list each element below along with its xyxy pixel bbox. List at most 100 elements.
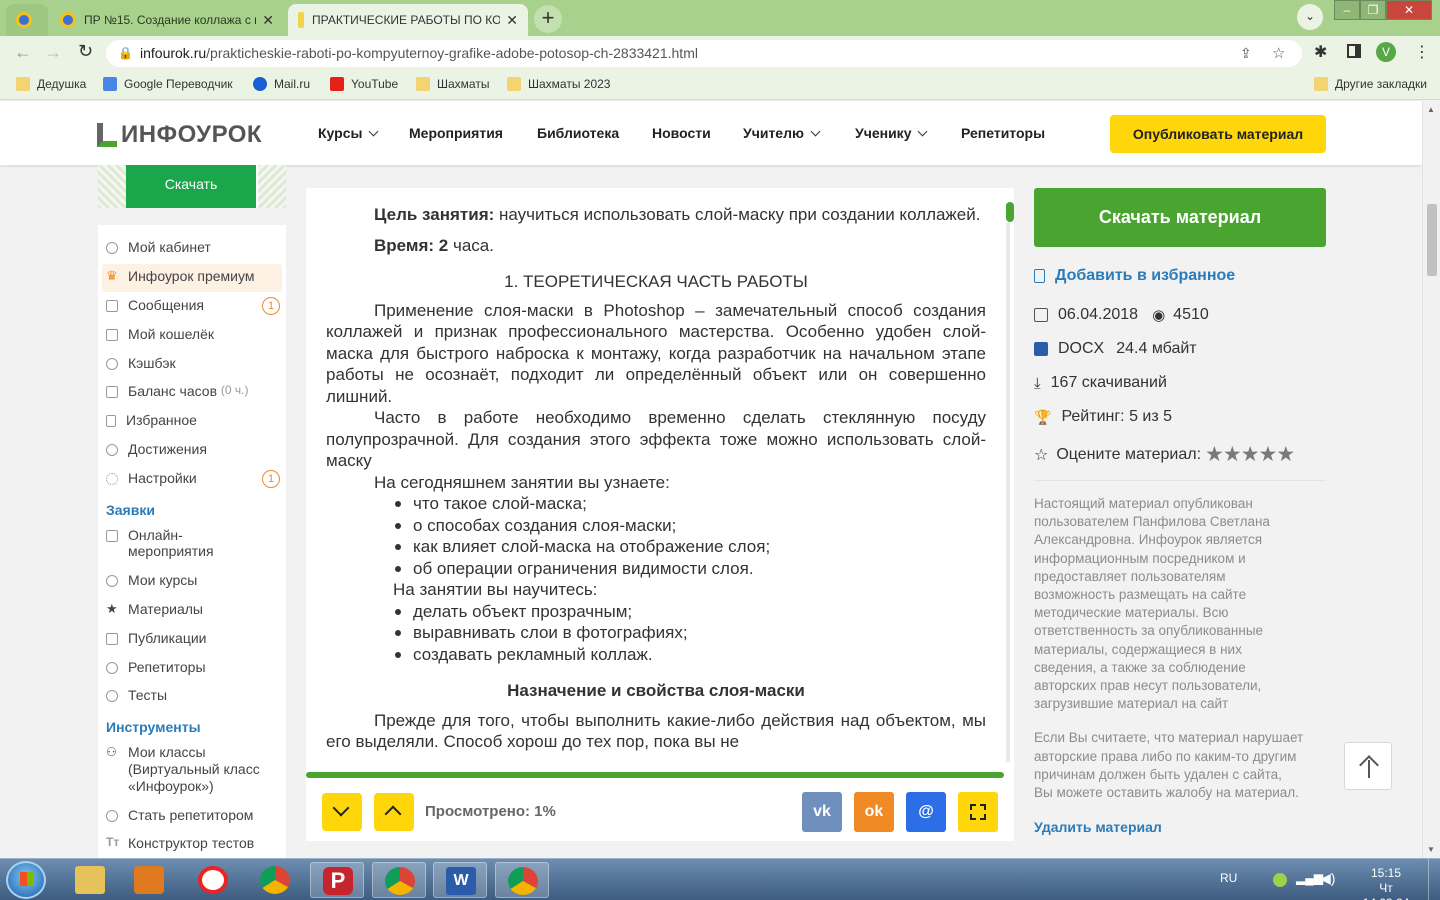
- minimize-button[interactable]: –: [1334, 0, 1360, 20]
- back-icon[interactable]: ←: [14, 42, 32, 63]
- bookmark-item[interactable]: Mail.ru: [253, 77, 310, 91]
- sidebar-item-cabinet[interactable]: Мой кабинет: [106, 239, 211, 255]
- share-mail-button[interactable]: @: [906, 792, 946, 832]
- tab-pinned[interactable]: [6, 4, 48, 36]
- address-bar: ← → ↻ 🔒 infourok.ru/prakticheskie-raboti…: [0, 36, 1440, 70]
- menu-icon[interactable]: ⋮: [1414, 42, 1430, 62]
- taskbar-word[interactable]: W: [433, 862, 487, 898]
- other-bookmarks[interactable]: Другие закладки: [1314, 77, 1427, 91]
- promo-banner[interactable]: Скачать: [98, 165, 286, 208]
- share-vk-button[interactable]: vk: [802, 792, 842, 832]
- taskbar-app-p[interactable]: P: [310, 862, 364, 898]
- url-field[interactable]: 🔒 infourok.ru/prakticheskie-raboti-po-ko…: [106, 40, 1302, 67]
- taskbar-chrome-profile[interactable]: [372, 862, 426, 898]
- add-to-favorites[interactable]: Добавить в избранное: [1034, 267, 1235, 285]
- sidebar-item-settings[interactable]: Настройки: [106, 470, 197, 486]
- scroll-down-arrow-icon[interactable]: ▼: [1427, 845, 1435, 854]
- doc-scroll-thumb[interactable]: [1006, 202, 1014, 222]
- bookmark-item[interactable]: Шахматы: [416, 77, 489, 91]
- nav-tutors[interactable]: Репетиторы: [961, 125, 1045, 141]
- network-icon[interactable]: ▂▄▆: [1296, 871, 1323, 885]
- sidebar-item-my-courses[interactable]: Мои курсы: [106, 572, 197, 588]
- nav-courses[interactable]: Курсы: [318, 125, 379, 141]
- side-panel-icon[interactable]: [1347, 44, 1361, 58]
- scroll-up-button[interactable]: [374, 793, 414, 831]
- reading-progress-bar: [306, 772, 1004, 778]
- sidebar-item-publications[interactable]: Публикации: [106, 630, 206, 646]
- taskbar-chrome[interactable]: [248, 862, 302, 898]
- taskbar-yandex[interactable]: [186, 862, 240, 898]
- sidebar-item-my-classes[interactable]: ⚇ Мои классы (Виртуальный класс «Инфоурок…: [106, 744, 276, 795]
- download-material-button[interactable]: Скачать материал: [1034, 188, 1326, 247]
- viewer-toolbar: Просмотрено: 1% vk ok @: [306, 779, 1014, 841]
- sidebar-item-materials[interactable]: ★ Материалы: [106, 601, 203, 617]
- share-ok-button[interactable]: ok: [854, 792, 894, 832]
- star-icon[interactable]: ★: [1205, 443, 1224, 466]
- extensions-icon[interactable]: ✱: [1314, 42, 1327, 62]
- star-icon[interactable]: ★: [1223, 443, 1242, 466]
- sidebar-item-cashback[interactable]: Кэшбэк: [106, 355, 176, 371]
- publish-material-button[interactable]: Опубликовать материал: [1110, 115, 1326, 153]
- sidebar-item-messages[interactable]: Сообщения: [106, 297, 204, 313]
- sidebar-item-become-tutor[interactable]: Стать репетитором: [106, 807, 253, 823]
- page-scrollbar[interactable]: ▲ ▼: [1422, 101, 1440, 858]
- tab-search-button[interactable]: ⌄: [1297, 4, 1323, 30]
- sidebar-item-online-events[interactable]: Онлайн-мероприятия: [106, 527, 236, 559]
- sidebar-item-wallet[interactable]: Мой кошелёк: [106, 326, 214, 342]
- restore-button[interactable]: ❐: [1360, 0, 1386, 20]
- bookmark-item[interactable]: Шахматы 2023: [507, 77, 610, 91]
- taskbar-explorer[interactable]: [63, 862, 117, 898]
- forward-icon[interactable]: →: [44, 42, 62, 63]
- taskbar-media-player[interactable]: [122, 862, 176, 898]
- sidebar-item-achievements[interactable]: Достижения: [106, 441, 207, 457]
- bookmark-star-icon[interactable]: ☆: [1272, 40, 1285, 67]
- sidebar-item-test-builder[interactable]: Tт Конструктор тестов: [106, 835, 254, 851]
- volume-icon[interactable]: ◀): [1320, 870, 1335, 887]
- star-icon[interactable]: ★: [1241, 443, 1260, 466]
- nav-library[interactable]: Библиотека: [537, 125, 619, 141]
- sidebar-item-tests[interactable]: Тесты: [106, 687, 167, 703]
- sidebar-item-tutors[interactable]: Репетиторы: [106, 659, 206, 675]
- bookmark-item[interactable]: Дедушка: [16, 77, 86, 91]
- close-tab-icon[interactable]: ✕: [262, 12, 274, 29]
- clock[interactable]: 15:15 Чт 14.03.24: [1356, 866, 1416, 900]
- star-icon[interactable]: ★: [1276, 443, 1295, 466]
- doc-scroll-track[interactable]: [1006, 222, 1010, 762]
- nav-teacher[interactable]: Учителю: [743, 125, 821, 141]
- bookmark-item[interactable]: YouTube: [330, 77, 398, 91]
- rating-stars[interactable]: ★★★★★: [1205, 442, 1295, 467]
- lock-icon[interactable]: 🔒: [118, 40, 133, 67]
- scroll-up-arrow-icon[interactable]: ▲: [1427, 105, 1435, 114]
- sidebar-item-hours[interactable]: Баланс часов (0 ч.): [106, 383, 249, 399]
- show-desktop-button[interactable]: [1428, 859, 1440, 900]
- scroll-down-button[interactable]: [322, 793, 362, 831]
- input-language[interactable]: RU: [1220, 871, 1237, 885]
- delete-material-link[interactable]: Удалить материал: [1034, 818, 1304, 836]
- tab-active[interactable]: ПРАКТИЧЕСКИЕ РАБОТЫ ПО КО ✕: [288, 4, 528, 36]
- sidebar-item-premium[interactable]: ♛ Инфоурок премиум: [106, 268, 254, 284]
- nav-events[interactable]: Мероприятия: [409, 125, 503, 141]
- start-button[interactable]: [6, 861, 46, 899]
- nav-student[interactable]: Ученику: [855, 125, 928, 141]
- banner-download-button[interactable]: Скачать: [126, 165, 256, 208]
- folder-icon: [416, 77, 430, 91]
- tray-app-icon[interactable]: [1273, 873, 1287, 887]
- close-window-button[interactable]: ✕: [1386, 0, 1432, 20]
- star-icon[interactable]: ★: [1259, 443, 1278, 466]
- nav-news[interactable]: Новости: [652, 125, 711, 141]
- sidebar-item-favorites[interactable]: Избранное: [106, 412, 197, 428]
- bookmark-item[interactable]: Google Переводчик: [103, 77, 233, 91]
- site-logo[interactable]: ИНФОУРОК: [97, 121, 262, 149]
- windows-taskbar: P W RU ▂▄▆ ◀) 15:15 Чт 14.03.24: [0, 858, 1440, 900]
- scrollbar-thumb[interactable]: [1427, 204, 1437, 276]
- chevron-up-icon: [384, 805, 402, 823]
- share-page-icon[interactable]: ⇪: [1240, 40, 1252, 67]
- fullscreen-button[interactable]: [958, 792, 998, 832]
- scroll-to-top-button[interactable]: [1344, 742, 1392, 790]
- new-tab-button[interactable]: +: [534, 5, 562, 33]
- close-tab-icon[interactable]: ✕: [506, 12, 518, 29]
- taskbar-chrome-active[interactable]: [495, 862, 549, 898]
- profile-avatar[interactable]: V: [1376, 42, 1396, 62]
- tab-collage[interactable]: ПР №15. Создание коллажа с п ✕: [50, 4, 284, 36]
- reload-icon[interactable]: ↻: [78, 41, 93, 62]
